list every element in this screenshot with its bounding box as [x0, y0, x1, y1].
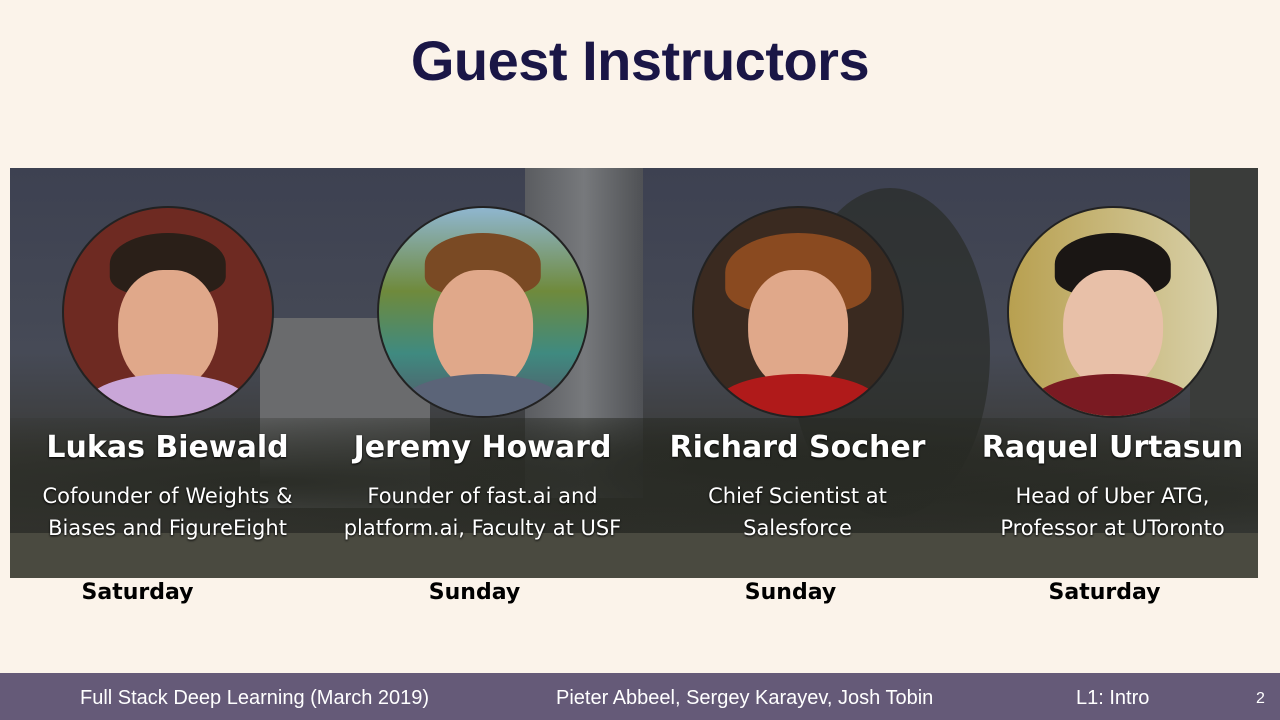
instructor-card: Richard Socher Chief Scientist at Salesf…: [640, 168, 955, 578]
description-line: Biases and FigureEight: [48, 516, 287, 540]
instructor-name: Jeremy Howard: [353, 430, 612, 465]
avatar: [1007, 206, 1219, 418]
instructor-name: Richard Socher: [669, 430, 926, 465]
instructor-description: Chief Scientist at Salesforce: [640, 480, 955, 544]
instructor-name: Raquel Urtasun: [981, 430, 1244, 465]
description-line: Professor at UToronto: [1000, 516, 1225, 540]
footer-lecture: L1: Intro: [1076, 687, 1150, 709]
slide-title: Guest Instructors: [410, 29, 870, 92]
description-line: Cofounder of Weights &: [42, 484, 293, 508]
instructor-description: Cofounder of Weights & Biases and Figure…: [10, 480, 325, 544]
footer-authors: Pieter Abbeel, Sergey Karayev, Josh Tobi…: [556, 687, 934, 709]
instructor-card: Lukas Biewald Cofounder of Weights & Bia…: [10, 168, 325, 578]
description-line: Salesforce: [743, 516, 852, 540]
description-line: Head of Uber ATG,: [1015, 484, 1210, 508]
page-number: 2: [1256, 690, 1265, 707]
instructor-card: Raquel Urtasun Head of Uber ATG, Profess…: [955, 168, 1258, 578]
session-day: Saturday: [1048, 580, 1161, 605]
footer-course: Full Stack Deep Learning (March 2019): [80, 687, 430, 709]
session-day: Sunday: [744, 580, 837, 605]
instructor-description: Founder of fast.ai and platform.ai, Facu…: [325, 480, 640, 544]
avatar: [692, 206, 904, 418]
campus-background-photo: Lukas Biewald Cofounder of Weights & Bia…: [10, 168, 1258, 578]
instructor-card: Jeremy Howard Founder of fast.ai and pla…: [325, 168, 640, 578]
slide-footer: Full Stack Deep Learning (March 2019) Pi…: [0, 673, 1280, 720]
description-line: Chief Scientist at: [708, 484, 887, 508]
session-day: Sunday: [428, 580, 521, 605]
description-line: platform.ai, Faculty at USF: [343, 516, 622, 540]
instructor-description: Head of Uber ATG, Professor at UToronto: [955, 480, 1258, 544]
session-day: Saturday: [81, 580, 194, 605]
instructor-name: Lukas Biewald: [46, 430, 289, 465]
avatar: [377, 206, 589, 418]
avatar: [62, 206, 274, 418]
description-line: Founder of fast.ai and: [367, 484, 598, 508]
